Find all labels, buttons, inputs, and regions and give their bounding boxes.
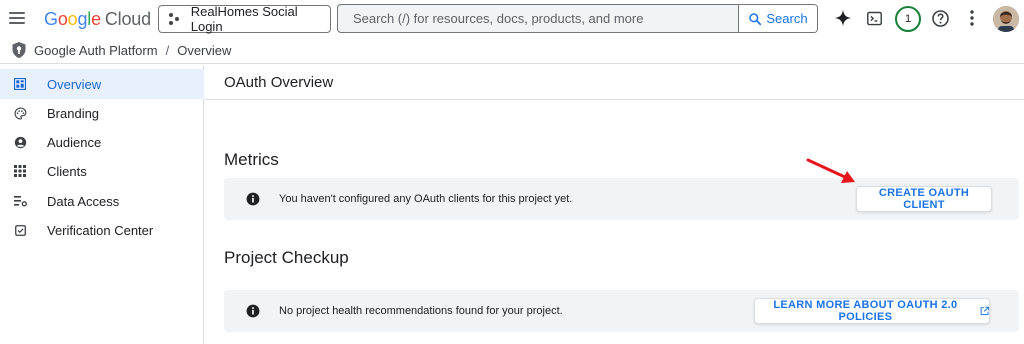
sidebar-item-data-access[interactable]: Data Access	[0, 186, 204, 216]
metrics-info-banner: You haven't configured any OAuth clients…	[224, 178, 1019, 220]
project-checkup-heading: Project Checkup	[224, 248, 349, 267]
metrics-heading: Metrics	[224, 150, 279, 169]
metrics-message: You haven't configured any OAuth clients…	[279, 193, 573, 205]
annotation-arrow	[806, 158, 855, 183]
help-icon[interactable]	[930, 8, 950, 28]
checkbox-icon	[13, 223, 27, 237]
sidebar-item-label: Clients	[47, 163, 87, 179]
create-oauth-client-button[interactable]: CREATE OAUTH CLIENT	[856, 186, 992, 212]
sidebar-item-branding[interactable]: Branding	[0, 98, 204, 128]
search-bar: Search	[337, 4, 818, 33]
list-filter-icon	[13, 194, 27, 208]
sidebar-item-label: Branding	[47, 105, 100, 121]
project-icon	[169, 13, 181, 25]
dashboard-icon	[13, 77, 27, 91]
learn-more-oauth-policies-link[interactable]: LEARN MORE ABOUT OAUTH 2.0 POLICIES	[754, 298, 990, 324]
page-title: OAuth Overview	[224, 74, 334, 91]
grid-icon	[13, 164, 27, 178]
breadcrumb-product[interactable]: Google Auth Platform	[34, 43, 158, 58]
sidebar-item-label: Verification Center	[47, 222, 154, 238]
info-icon	[246, 304, 260, 318]
auth-platform-shield-icon	[12, 42, 26, 58]
sidebar-item-audience[interactable]: Audience	[0, 127, 204, 157]
project-picker-button[interactable]: RealHomes Social Login	[158, 4, 331, 34]
logo-google-text: Google	[44, 9, 101, 29]
search-button[interactable]: Search	[738, 5, 817, 32]
checkup-info-banner: No project health recommendations found …	[224, 290, 1019, 332]
breadcrumb-separator: /	[165, 43, 170, 58]
logo-cloud-text: Cloud	[104, 9, 151, 29]
cloud-shell-terminal-icon[interactable]	[864, 8, 884, 28]
menu-icon[interactable]	[9, 10, 25, 26]
checkup-message: No project health recommendations found …	[279, 305, 563, 317]
sidebar-item-overview[interactable]: Overview	[0, 69, 204, 99]
sidebar-item-label: Audience	[47, 134, 102, 150]
search-input[interactable]	[338, 5, 738, 32]
gemini-sparkle-icon[interactable]	[833, 8, 853, 28]
sidebar-nav: Overview Branding Audience Clients Data …	[0, 65, 204, 344]
google-cloud-logo[interactable]: Google Cloud	[44, 9, 151, 30]
top-app-bar: Google Cloud RealHomes Social Login Searc…	[0, 0, 1024, 38]
search-button-label: Search	[766, 11, 808, 26]
project-name: RealHomes Social Login	[190, 4, 298, 34]
palette-icon	[13, 106, 27, 120]
breadcrumb: Google Auth Platform / Overview	[0, 38, 1024, 64]
more-vert-icon[interactable]	[962, 8, 982, 28]
search-icon	[749, 12, 762, 25]
open-in-new-icon	[980, 306, 989, 315]
avatar[interactable]	[993, 6, 1019, 32]
notifications-badge[interactable]: 1	[895, 6, 921, 32]
sidebar-item-label: Data Access	[47, 193, 120, 209]
title-divider	[205, 99, 1024, 100]
learn-more-label: LEARN MORE ABOUT OAUTH 2.0 POLICIES	[773, 299, 958, 323]
sidebar-item-label: Overview	[47, 76, 102, 92]
info-icon	[246, 192, 260, 206]
sidebar-item-verification-center[interactable]: Verification Center	[0, 215, 204, 245]
breadcrumb-current-page: Overview	[177, 43, 232, 58]
person-icon	[13, 135, 27, 149]
sidebar-item-clients[interactable]: Clients	[0, 156, 204, 186]
